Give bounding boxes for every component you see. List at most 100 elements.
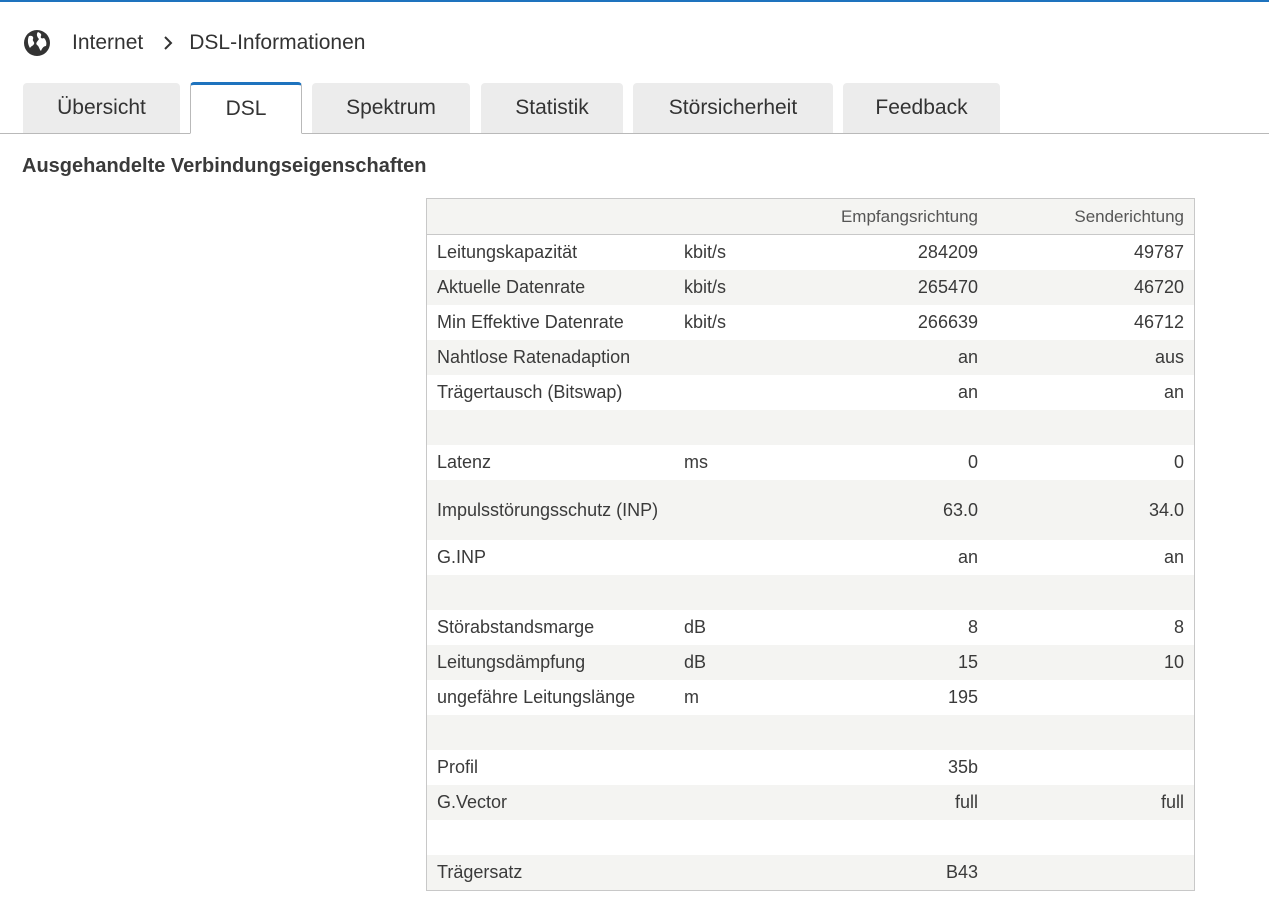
row-downstream-value bbox=[814, 820, 988, 855]
row-label: Min Effektive Datenrate bbox=[427, 305, 674, 340]
breadcrumb-item-internet[interactable]: Internet bbox=[72, 31, 143, 55]
row-unit bbox=[674, 855, 814, 890]
table-row: Impulsstörungsschutz (INP) 63.0 34.0 bbox=[427, 480, 1194, 540]
row-unit: kbit/s bbox=[674, 234, 814, 270]
row-upstream-value bbox=[988, 855, 1194, 890]
table-row: Leitungsdämpfung dB 15 10 bbox=[427, 645, 1194, 680]
row-upstream-value bbox=[988, 750, 1194, 785]
table-spacer-row bbox=[427, 410, 1194, 445]
row-downstream-value: 284209 bbox=[814, 234, 988, 270]
table-row: G.INP an an bbox=[427, 540, 1194, 575]
row-downstream-value: 265470 bbox=[814, 270, 988, 305]
row-upstream-value: 0 bbox=[988, 445, 1194, 480]
row-unit: dB bbox=[674, 645, 814, 680]
tab-uebersicht[interactable]: Übersicht bbox=[23, 83, 180, 133]
row-upstream-value: an bbox=[988, 540, 1194, 575]
header-label bbox=[427, 199, 674, 235]
tab-statistik[interactable]: Statistik bbox=[481, 83, 623, 133]
table-row: Trägersatz B43 bbox=[427, 855, 1194, 890]
row-downstream-value: an bbox=[814, 375, 988, 410]
row-upstream-value: aus bbox=[988, 340, 1194, 375]
tab-feedback[interactable]: Feedback bbox=[843, 83, 1000, 133]
row-label bbox=[427, 575, 674, 610]
row-upstream-value: full bbox=[988, 785, 1194, 820]
row-label: G.Vector bbox=[427, 785, 674, 820]
chevron-right-icon bbox=[161, 36, 175, 50]
row-label: Aktuelle Datenrate bbox=[427, 270, 674, 305]
header-downstream: Empfangsrichtung bbox=[814, 199, 988, 235]
breadcrumb-item-dsl-informationen: DSL-Informationen bbox=[189, 31, 366, 54]
table-row: Nahtlose Ratenadaption an aus bbox=[427, 340, 1194, 375]
row-label: Profil bbox=[427, 750, 674, 785]
header-upstream: Senderichtung bbox=[988, 199, 1194, 235]
row-unit bbox=[674, 715, 814, 750]
row-label: Trägertausch (Bitswap) bbox=[427, 375, 674, 410]
row-downstream-value: full bbox=[814, 785, 988, 820]
row-unit: kbit/s bbox=[674, 270, 814, 305]
table-spacer-row bbox=[427, 575, 1194, 610]
row-downstream-value: 15 bbox=[814, 645, 988, 680]
row-downstream-value: 35b bbox=[814, 750, 988, 785]
row-downstream-value: 266639 bbox=[814, 305, 988, 340]
table-row: Latenz ms 0 0 bbox=[427, 445, 1194, 480]
row-label bbox=[427, 715, 674, 750]
section-title: Ausgehandelte Verbindungseigenschaften bbox=[22, 155, 427, 177]
row-downstream-value bbox=[814, 575, 988, 610]
row-unit: ms bbox=[674, 445, 814, 480]
tab-dsl[interactable]: DSL bbox=[190, 82, 302, 134]
row-downstream-value: 8 bbox=[814, 610, 988, 645]
row-upstream-value: 10 bbox=[988, 645, 1194, 680]
tab-bar: Übersicht DSL Spektrum Statistik Störsic… bbox=[0, 82, 1269, 134]
row-label: ungefähre Leitungslänge bbox=[427, 680, 674, 715]
tab-spektrum[interactable]: Spektrum bbox=[312, 83, 470, 133]
row-downstream-value: 195 bbox=[814, 680, 988, 715]
row-label bbox=[427, 820, 674, 855]
row-label: Impulsstörungsschutz (INP) bbox=[427, 480, 674, 540]
connection-properties-table: Empfangsrichtung Senderichtung Leitungsk… bbox=[426, 198, 1195, 891]
table-row: Störabstandsmarge dB 8 8 bbox=[427, 610, 1194, 645]
row-label: Störabstandsmarge bbox=[427, 610, 674, 645]
tab-stoersicherheit[interactable]: Störsicherheit bbox=[633, 83, 833, 133]
row-label: G.INP bbox=[427, 540, 674, 575]
row-unit bbox=[674, 410, 814, 445]
header-unit bbox=[674, 199, 814, 235]
row-unit: dB bbox=[674, 610, 814, 645]
row-upstream-value: an bbox=[988, 375, 1194, 410]
row-label: Leitungskapazität bbox=[427, 234, 674, 270]
row-downstream-value: an bbox=[814, 340, 988, 375]
row-unit bbox=[674, 575, 814, 610]
table-row: G.Vector full full bbox=[427, 785, 1194, 820]
row-label: Nahtlose Ratenadaption bbox=[427, 340, 674, 375]
row-unit bbox=[674, 785, 814, 820]
row-downstream-value bbox=[814, 715, 988, 750]
row-unit bbox=[674, 820, 814, 855]
row-label: Trägersatz bbox=[427, 855, 674, 890]
table-spacer-row bbox=[427, 715, 1194, 750]
table-row: Leitungskapazität kbit/s 284209 49787 bbox=[427, 234, 1194, 270]
row-upstream-value: 49787 bbox=[988, 234, 1194, 270]
row-label: Latenz bbox=[427, 445, 674, 480]
row-upstream-value bbox=[988, 575, 1194, 610]
row-downstream-value: an bbox=[814, 540, 988, 575]
table-row: Trägertausch (Bitswap) an an bbox=[427, 375, 1194, 410]
breadcrumb: Internet DSL-Informationen bbox=[22, 28, 365, 58]
row-downstream-value: B43 bbox=[814, 855, 988, 890]
row-unit bbox=[674, 480, 814, 540]
table-row: Min Effektive Datenrate kbit/s 266639 46712 bbox=[427, 305, 1194, 340]
row-label: Leitungsdämpfung bbox=[427, 645, 674, 680]
row-unit bbox=[674, 750, 814, 785]
top-accent-line bbox=[0, 0, 1269, 2]
row-downstream-value: 63.0 bbox=[814, 480, 988, 540]
row-label bbox=[427, 410, 674, 445]
row-upstream-value bbox=[988, 820, 1194, 855]
row-unit bbox=[674, 340, 814, 375]
row-upstream-value: 34.0 bbox=[988, 480, 1194, 540]
row-unit: kbit/s bbox=[674, 305, 814, 340]
row-upstream-value bbox=[988, 410, 1194, 445]
row-upstream-value bbox=[988, 715, 1194, 750]
row-downstream-value bbox=[814, 410, 988, 445]
row-unit: m bbox=[674, 680, 814, 715]
row-upstream-value: 46720 bbox=[988, 270, 1194, 305]
row-upstream-value: 8 bbox=[988, 610, 1194, 645]
table-row: ungefähre Leitungslänge m 195 bbox=[427, 680, 1194, 715]
